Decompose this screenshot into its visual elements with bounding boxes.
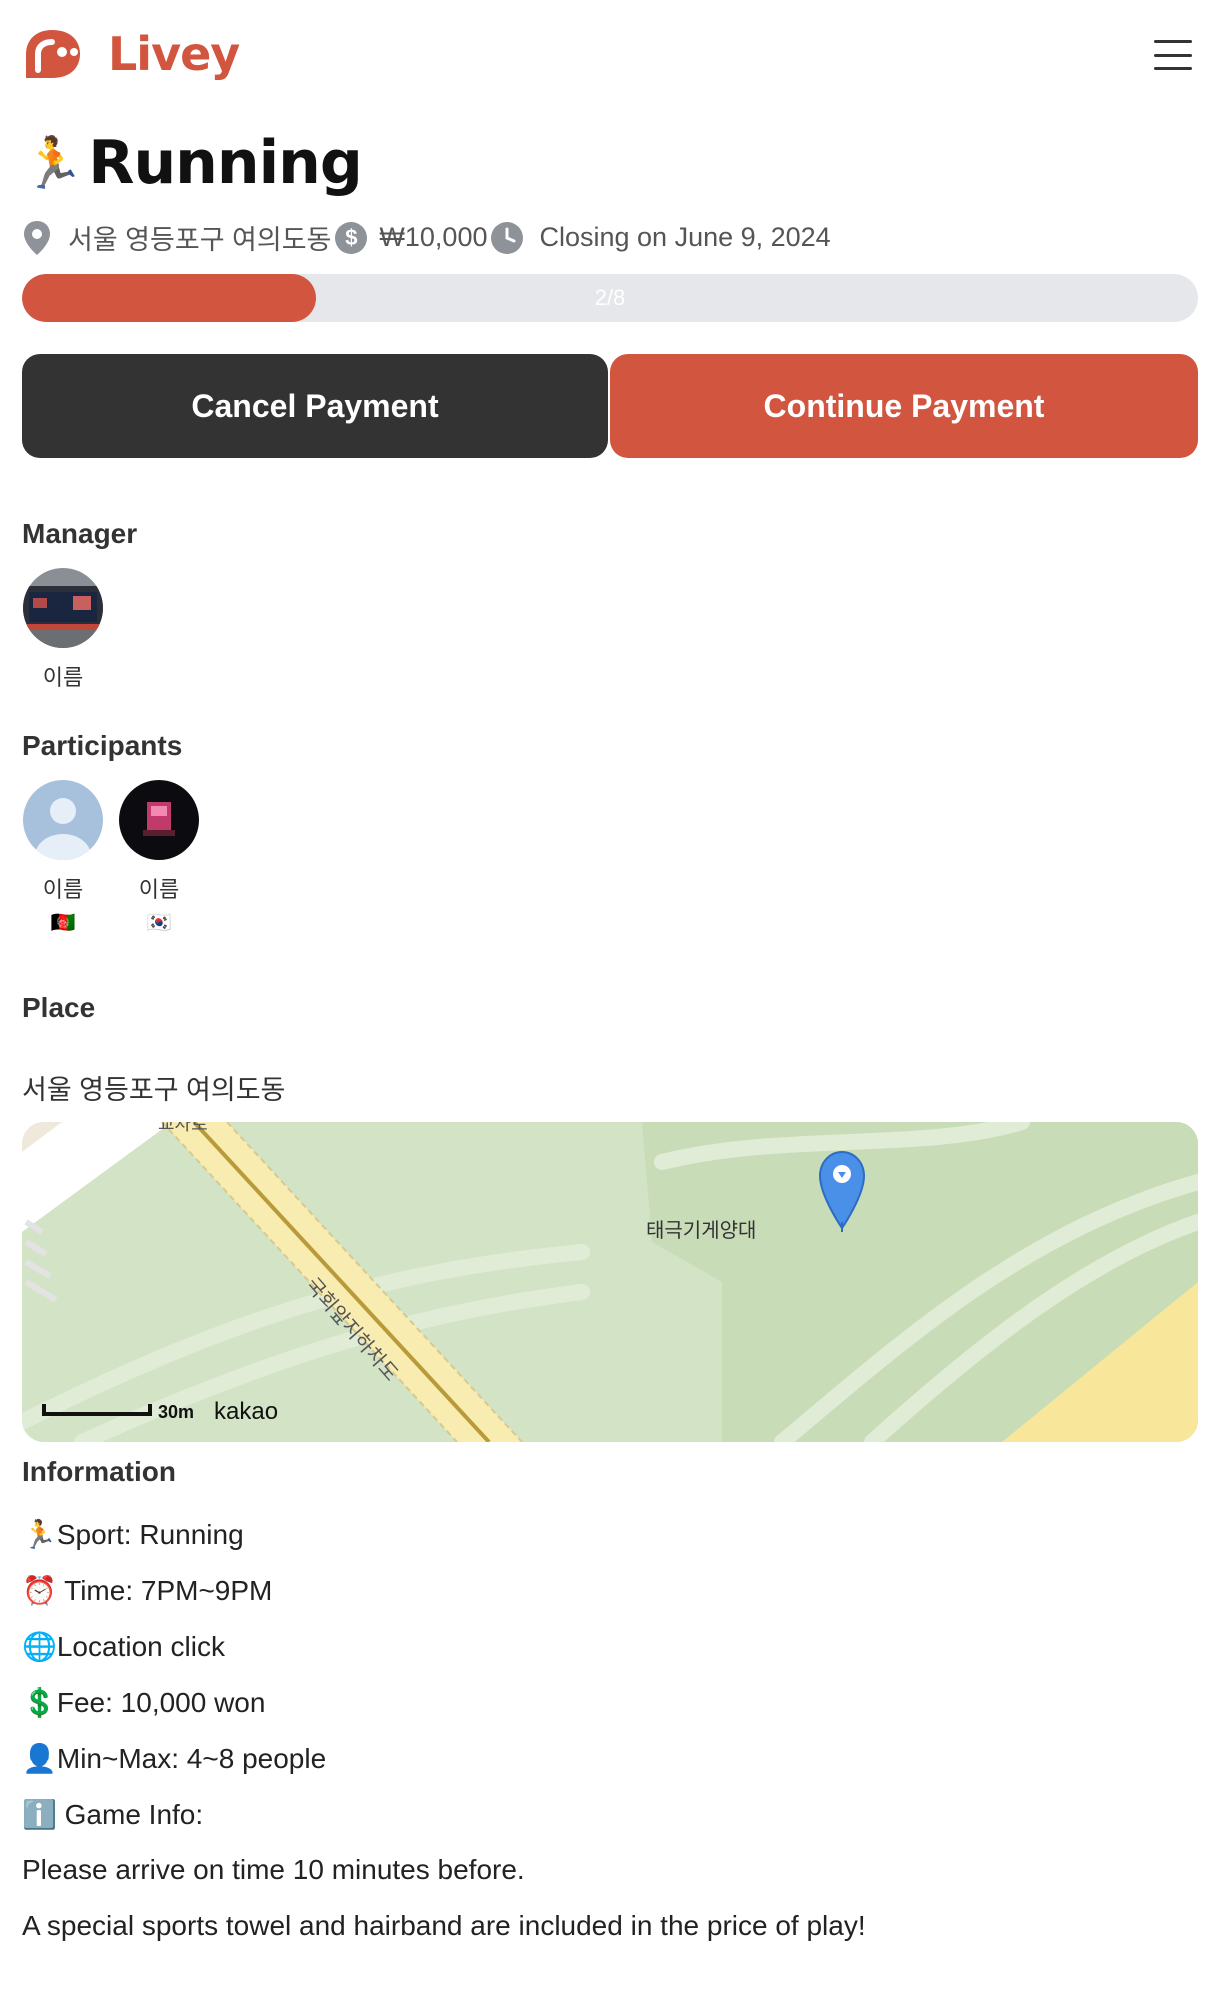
participants-progress-bar: 2/8 — [22, 274, 1198, 322]
location-map[interactable]: 태극기게양대 교차로 국회앞지하차도 30m kakao — [22, 1122, 1198, 1442]
event-meta-row: 서울 영등포구 여의도동 $ ₩10,000 Closing on June 9… — [22, 218, 835, 257]
cancel-payment-button[interactable]: Cancel Payment — [22, 354, 608, 458]
livey-logo[interactable]: Livey — [22, 26, 240, 82]
info-included-items: A special sports towel and hairband are … — [22, 1910, 866, 1941]
map-road-top-label: 교차로 — [158, 1122, 208, 1134]
participant-name: 이름 — [42, 877, 84, 902]
app-header: Livey — [0, 0, 1220, 110]
info-min-max: 👤Min~Max: 4~8 people — [22, 1743, 327, 1774]
page-title: Running — [88, 128, 363, 198]
location-pin-icon — [24, 220, 50, 255]
participant-avatar-default — [23, 780, 103, 860]
information-section-title: Information — [22, 1456, 176, 1487]
continue-payment-button[interactable]: Continue Payment — [610, 354, 1198, 458]
manager-name: 이름 — [42, 665, 84, 690]
info-time: ⏰ Time: 7PM~9PM — [22, 1575, 273, 1606]
map-poi-label: 태극기게양대 — [646, 1220, 757, 1242]
participant-avatar — [119, 780, 199, 860]
logo-mark-icon — [26, 30, 80, 78]
participant-card[interactable]: 이름 🇦🇫 — [22, 780, 104, 935]
dollar-icon: $ — [335, 221, 368, 254]
info-fee: 💲Fee: 10,000 won — [22, 1687, 266, 1718]
info-game-info: ℹ️ Game Info: — [22, 1799, 204, 1830]
info-location-link[interactable]: 🌐Location click — [22, 1630, 225, 1663]
running-emoji-icon: 🏃 — [22, 133, 85, 192]
event-title-row: 🏃 Running — [22, 128, 363, 198]
participant-flag-icon: 🇦🇫 — [50, 912, 76, 934]
event-closing-date: Closing on June 9, 2024 — [539, 222, 831, 252]
participant-name: 이름 — [138, 877, 180, 902]
event-fee: ₩10,000 — [379, 222, 488, 252]
participants-section-title: Participants — [22, 730, 183, 761]
place-section-title: Place — [22, 992, 96, 1023]
info-arrival-note: Please arrive on time 10 minutes before. — [22, 1854, 525, 1885]
info-sport: 🏃Sport: Running — [22, 1519, 244, 1550]
logo-text: Livey — [108, 27, 240, 81]
clock-icon — [491, 221, 524, 254]
manager-avatar — [23, 568, 103, 648]
participant-card[interactable]: 이름 🇰🇷 — [118, 780, 200, 935]
event-address: 서울 영등포구 여의도동 — [68, 225, 332, 255]
progress-label: 2/8 — [594, 285, 626, 310]
participant-flag-icon: 🇰🇷 — [146, 912, 172, 934]
hamburger-menu-icon[interactable] — [1154, 40, 1192, 70]
manager-card[interactable]: 이름 — [22, 568, 104, 692]
map-scale-label: 30m — [158, 1402, 195, 1422]
kakao-logo[interactable]: kakao — [214, 1398, 278, 1426]
place-address: 서울 영등포구 여의도동 — [22, 1075, 286, 1105]
manager-section-title: Manager — [22, 518, 138, 549]
